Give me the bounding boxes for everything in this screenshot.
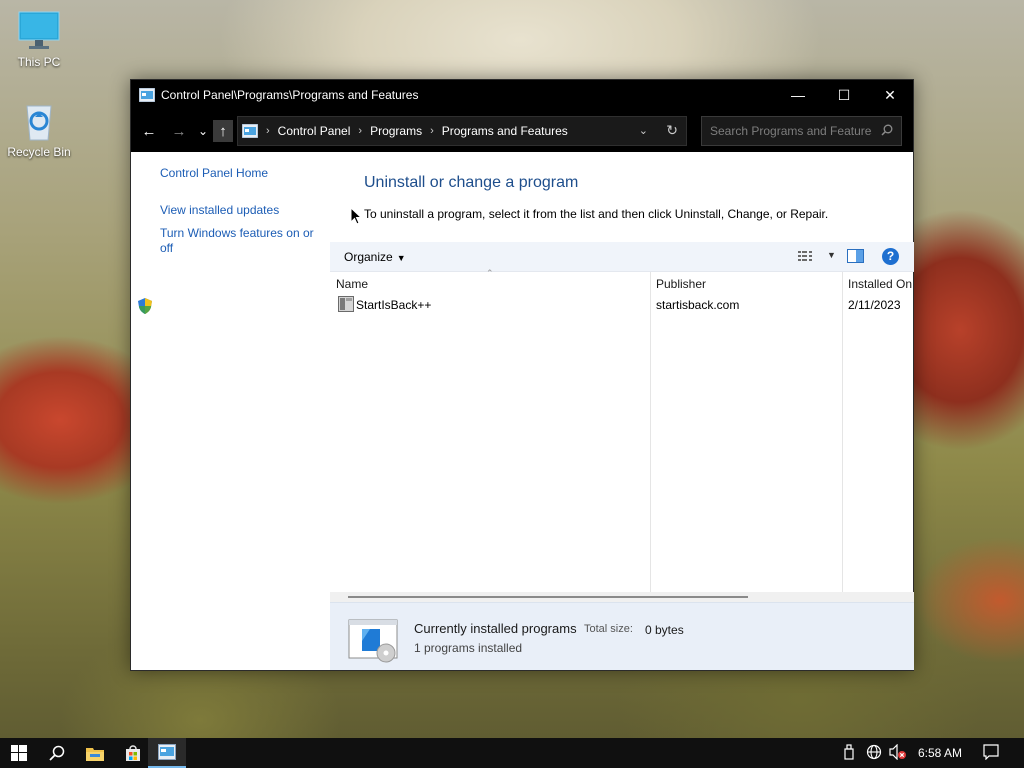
program-publisher: startisback.com	[656, 298, 740, 312]
control-panel-icon	[158, 744, 176, 760]
breadcrumb-separator: ›	[266, 125, 270, 137]
back-button[interactable]: ←	[139, 120, 159, 142]
search-input[interactable]	[702, 124, 872, 138]
arrow-up-icon: ↑	[219, 122, 227, 140]
application-icon	[338, 296, 354, 312]
page-title: Uninstall or change a program	[364, 174, 579, 191]
up-button[interactable]: ↑	[213, 120, 233, 142]
taskbar: 6:58 AM	[0, 738, 1024, 768]
notification-icon[interactable]	[983, 744, 999, 760]
start-button[interactable]	[0, 738, 38, 768]
network-icon[interactable]	[866, 744, 882, 760]
navigation-bar: ← → ⌄ ↑ › Control Panel › Programs › Pro…	[131, 110, 913, 152]
help-icon[interactable]: ?	[882, 248, 899, 265]
refresh-icon[interactable]: ↻	[666, 122, 678, 139]
desktop-icon-label: Recycle Bin	[7, 145, 71, 159]
command-bar: Organize ▼ ▼ ?	[330, 242, 914, 272]
window-title: Control Panel\Programs\Programs and Feat…	[161, 88, 419, 102]
sort-ascending-icon: ⌃	[486, 268, 494, 278]
programs-and-features-window: Control Panel\Programs\Programs and Feat…	[130, 79, 914, 671]
taskbar-control-panel[interactable]	[148, 738, 186, 768]
taskbar-search-button[interactable]	[38, 738, 76, 768]
recycle-bin-icon	[26, 105, 52, 141]
taskbar-store[interactable]	[114, 738, 152, 768]
preview-pane-icon[interactable]	[847, 249, 864, 263]
scrollbar-thumb[interactable]	[348, 596, 748, 598]
store-icon	[126, 745, 140, 761]
desktop-icon-recycle-bin[interactable]: Recycle Bin	[2, 100, 76, 159]
monitor-icon	[18, 11, 60, 49]
view-dropdown-icon[interactable]: ▼	[827, 250, 836, 260]
chevron-down-icon: ⌄	[197, 124, 209, 138]
maximize-button[interactable]: ☐	[821, 80, 867, 110]
start-icon	[11, 745, 27, 761]
usb-icon[interactable]	[844, 744, 854, 760]
table-row[interactable]: StartIsBack++ startisback.com 2/11/2023	[330, 295, 914, 317]
program-name: StartIsBack++	[356, 298, 432, 312]
file-explorer-icon	[86, 747, 104, 761]
program-installed-on: 2/11/2023	[848, 298, 901, 312]
title-bar[interactable]: Control Panel\Programs\Programs and Feat…	[131, 80, 913, 110]
programs-count: 1 programs installed	[414, 641, 523, 655]
installed-programs-icon	[348, 619, 398, 663]
total-size-label: Total size:	[584, 623, 633, 635]
desktop-icon-label: This PC	[17, 55, 61, 69]
address-bar[interactable]: › Control Panel › Programs › Programs an…	[237, 116, 687, 146]
breadcrumb-separator: ›	[430, 125, 434, 137]
search-icon	[49, 745, 65, 761]
recent-locations-button[interactable]: ⌄	[193, 120, 213, 142]
details-pane: Currently installed programs Total size:…	[330, 602, 914, 670]
control-panel-icon	[242, 124, 258, 138]
turn-windows-features-link[interactable]: Turn Windows features on or off	[160, 226, 320, 256]
caret-down-icon: ▼	[396, 253, 406, 263]
taskbar-file-explorer[interactable]	[76, 738, 114, 768]
column-divider	[842, 272, 843, 592]
page-description: To uninstall a program, select it from t…	[364, 207, 829, 221]
horizontal-scrollbar[interactable]	[330, 592, 914, 602]
minimize-icon: —	[791, 87, 805, 103]
arrow-left-icon: ←	[141, 122, 157, 140]
column-divider	[650, 272, 651, 592]
control-panel-home-link[interactable]: Control Panel Home	[160, 166, 268, 180]
view-installed-updates-link[interactable]: View installed updates	[160, 203, 279, 217]
total-size-value: 0 bytes	[645, 623, 684, 637]
arrow-right-icon: →	[171, 122, 187, 140]
search-box[interactable]	[701, 116, 902, 146]
shield-icon	[138, 298, 152, 314]
close-icon: ✕	[884, 86, 896, 103]
organize-button[interactable]: Organize ▼	[344, 250, 406, 264]
breadcrumb-programs[interactable]: Programs	[370, 124, 422, 138]
breadcrumb-separator: ›	[358, 125, 363, 137]
mouse-cursor-icon	[350, 207, 362, 225]
search-icon	[881, 124, 893, 136]
volume-muted-icon[interactable]	[889, 744, 907, 760]
desktop-icon-this-pc[interactable]: This PC	[2, 10, 76, 69]
address-dropdown-icon[interactable]: ⌄	[639, 124, 648, 137]
control-panel-icon	[139, 88, 155, 102]
breadcrumb-programs-and-features[interactable]: Programs and Features	[442, 124, 568, 138]
main-pane: Uninstall or change a program To uninsta…	[330, 152, 914, 670]
details-title: Currently installed programs	[414, 621, 577, 636]
maximize-icon: ☐	[837, 86, 851, 103]
clock[interactable]: 6:58 AM	[918, 746, 962, 760]
forward-button[interactable]: →	[169, 120, 189, 142]
close-button[interactable]: ✕	[867, 80, 913, 110]
left-pane: Control Panel Home View installed update…	[131, 152, 330, 670]
organize-label: Organize	[344, 250, 393, 264]
minimize-button[interactable]: —	[775, 80, 821, 110]
view-options-icon[interactable]	[798, 250, 816, 263]
breadcrumb-control-panel[interactable]: Control Panel	[278, 124, 351, 138]
